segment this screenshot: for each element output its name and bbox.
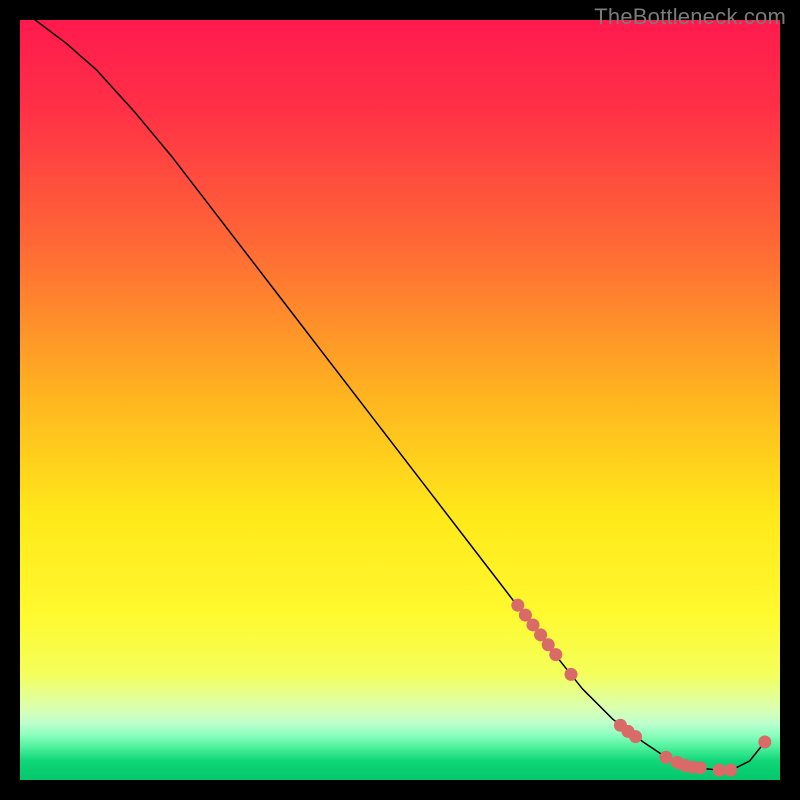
- chart-frame: TheBottleneck.com: [0, 0, 800, 800]
- chart-plot: [20, 20, 780, 780]
- watermark-text: TheBottleneck.com: [594, 4, 786, 30]
- chart-svg: [20, 20, 780, 780]
